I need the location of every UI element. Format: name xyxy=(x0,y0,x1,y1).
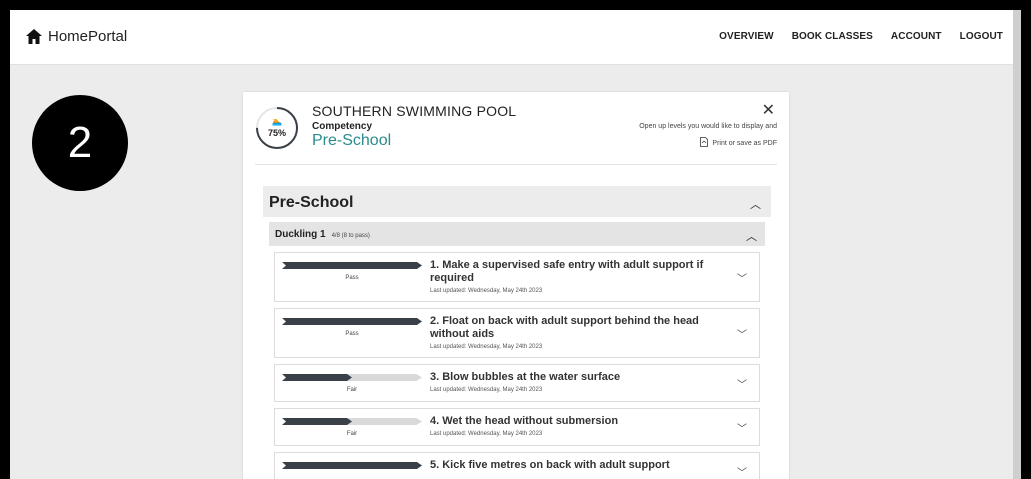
nav-logout[interactable]: LOGOUT xyxy=(960,31,1003,42)
display-hint: Open up levels you would like to display… xyxy=(639,123,777,130)
top-nav: HomePortal OVERVIEW BOOK CLASSES ACCOUNT… xyxy=(10,10,1013,65)
print-label: Print or save as PDF xyxy=(712,139,777,147)
pdf-icon xyxy=(700,137,709,149)
skill-progress-bar xyxy=(282,418,422,426)
skill-title: 1. Make a supervised safe entry with adu… xyxy=(430,259,704,284)
competency-card: 🏊 75% SOUTHERN SWIMMING POOL Competency … xyxy=(243,92,789,479)
chevron-down-icon[interactable]: ﹀ xyxy=(737,270,747,285)
step-badge: 2 xyxy=(32,95,128,191)
brand[interactable]: HomePortal xyxy=(26,28,127,45)
skill-progress-bar xyxy=(282,462,422,470)
skill-grade: Pass xyxy=(345,275,359,281)
skill-updated: Last updated: Wednesday, May 24th 2023 xyxy=(430,344,543,350)
level-name: Pre-School xyxy=(312,132,392,149)
skill-updated: Last updated: Wednesday, May 24th 2023 xyxy=(430,431,543,437)
subsection-meta: 4/8 (8 to pass) xyxy=(331,233,370,239)
skill-item[interactable]: Fair 3. Blow bubbles at the water surfac… xyxy=(274,364,760,402)
home-icon xyxy=(26,29,42,44)
section-title: Pre-School xyxy=(269,194,354,211)
skill-progress-bar xyxy=(282,318,422,326)
skill-progress-bar xyxy=(282,262,422,270)
chevron-down-icon[interactable]: ﹀ xyxy=(737,326,747,341)
competency-label: Competency xyxy=(312,121,373,132)
skill-grade: Fair xyxy=(346,387,358,393)
chevron-up-icon[interactable]: ︿ xyxy=(750,196,761,212)
scrollbar[interactable] xyxy=(1013,10,1021,479)
app-window: HomePortal OVERVIEW BOOK CLASSES ACCOUNT… xyxy=(10,10,1021,479)
subsection-header-duckling-1[interactable]: Duckling 1 4/8 (8 to pass) ︿ xyxy=(269,222,765,246)
chevron-down-icon[interactable]: ﹀ xyxy=(737,420,747,435)
skill-title: 2. Float on back with adult support behi… xyxy=(430,315,699,340)
print-button[interactable]: Print or save as PDF xyxy=(700,137,777,149)
progress-percent: 75% xyxy=(267,128,286,138)
skill-title: 5. Kick five metres on back with adult s… xyxy=(430,459,670,471)
close-icon[interactable]: ✕ xyxy=(762,100,775,120)
card-header: 🏊 75% SOUTHERN SWIMMING POOL Competency … xyxy=(255,102,777,165)
swimmer-icon: 🏊 xyxy=(272,117,282,126)
skill-updated: Last updated: Wednesday, May 24th 2023 xyxy=(430,387,543,393)
skill-item[interactable]: 5. Kick five metres on back with adult s… xyxy=(274,452,760,479)
skill-title: 3. Blow bubbles at the water surface xyxy=(430,371,621,383)
nav-account[interactable]: ACCOUNT xyxy=(891,31,942,42)
skill-item[interactable]: Pass 2. Float on back with adult support… xyxy=(274,308,760,358)
skill-item[interactable]: Pass 1. Make a supervised safe entry wit… xyxy=(274,252,760,302)
pool-name: SOUTHERN SWIMMING POOL xyxy=(312,103,517,119)
skill-progress-bar xyxy=(282,374,422,382)
nav-menu: OVERVIEW BOOK CLASSES ACCOUNT LOGOUT xyxy=(719,31,1003,42)
nav-overview[interactable]: OVERVIEW xyxy=(719,31,774,42)
skill-updated: Last updated: Wednesday, May 24th 2023 xyxy=(430,288,543,294)
brand-label: HomePortal xyxy=(48,28,128,45)
nav-book-classes[interactable]: BOOK CLASSES xyxy=(792,31,873,42)
skill-item[interactable]: Fair 4. Wet the head without submersion … xyxy=(274,408,760,446)
progress-ring: 🏊 75% xyxy=(255,106,299,150)
chevron-down-icon[interactable]: ﹀ xyxy=(737,376,747,391)
chevron-up-icon[interactable]: ︿ xyxy=(746,228,757,244)
skill-grade: Fair xyxy=(346,431,358,437)
skill-title: 4. Wet the head without submersion xyxy=(430,415,619,427)
chevron-down-icon[interactable]: ﹀ xyxy=(737,464,747,479)
section-header-pre-school[interactable]: Pre-School ︿ xyxy=(263,186,771,217)
subsection-title: Duckling 1 4/8 (8 to pass) xyxy=(275,229,370,240)
skill-grade: Pass xyxy=(345,331,359,337)
